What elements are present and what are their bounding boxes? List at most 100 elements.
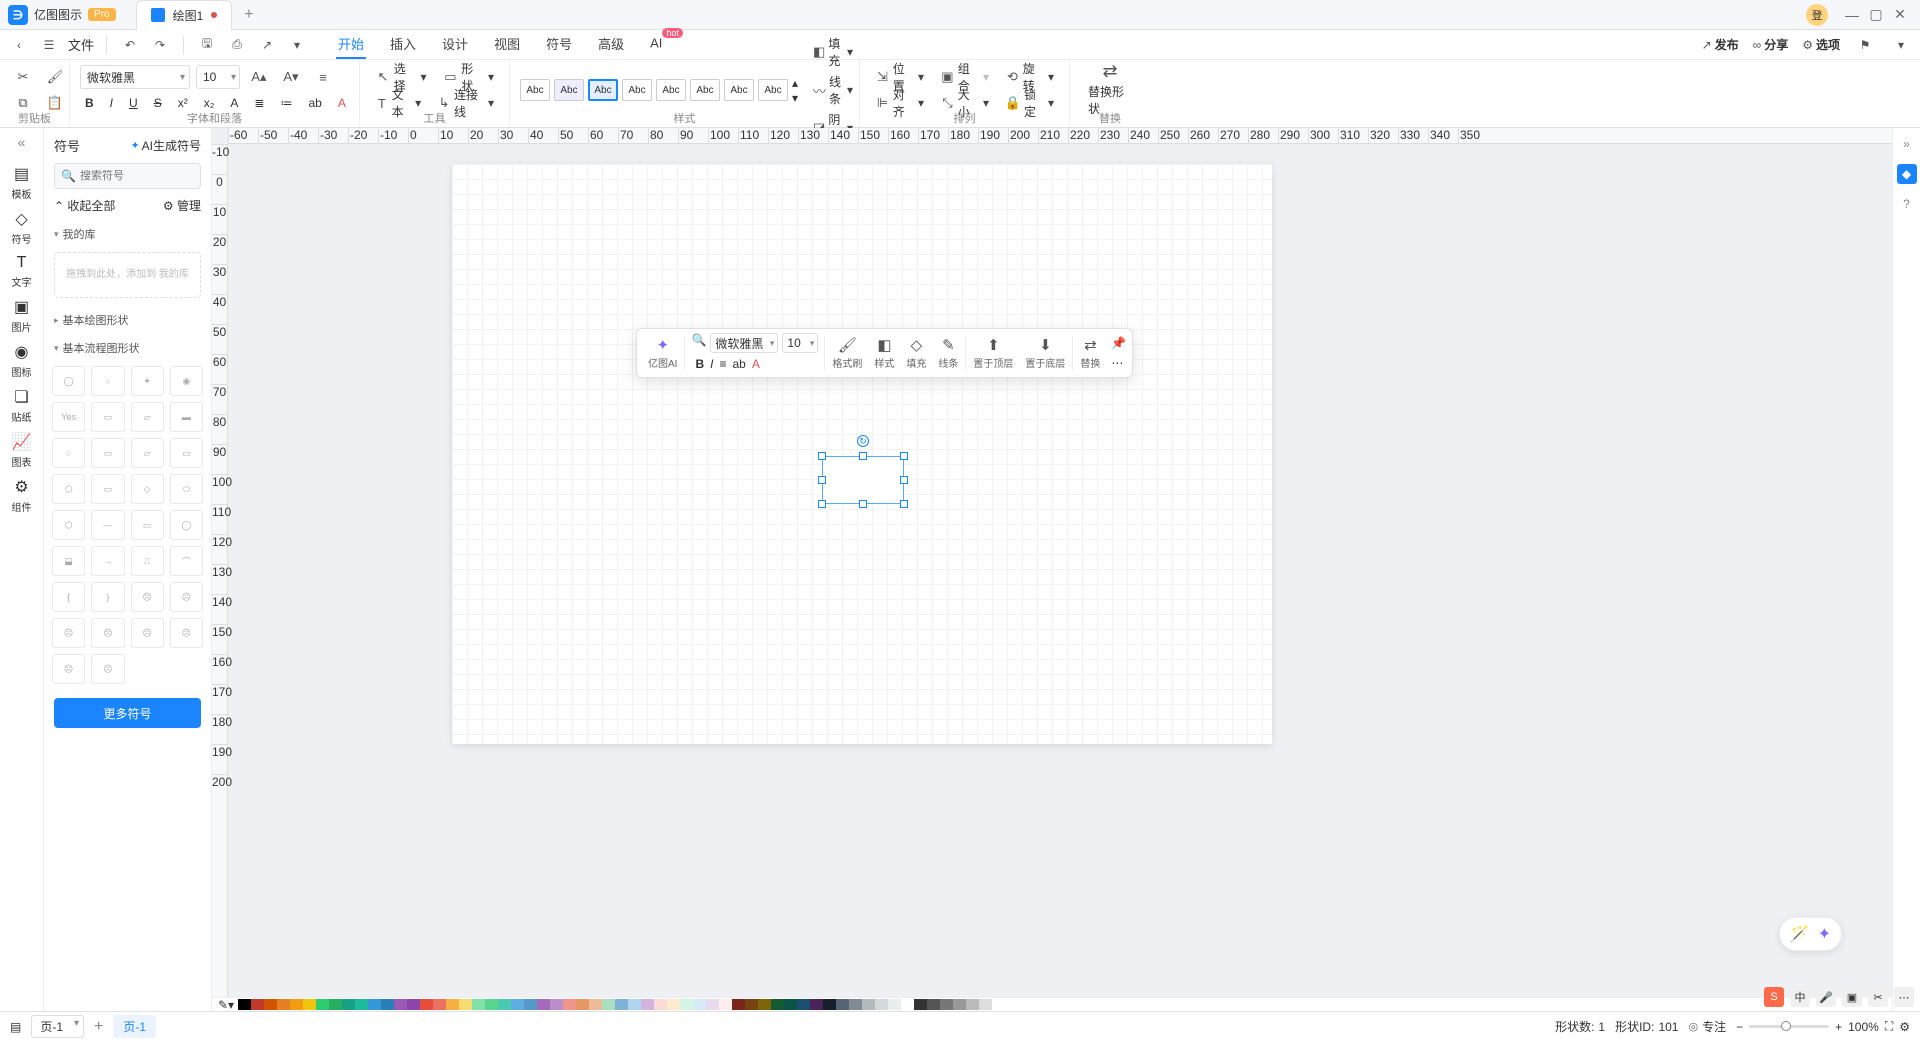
- color-swatch[interactable]: [342, 999, 355, 1010]
- color-swatch[interactable]: [485, 999, 498, 1010]
- focus-mode-button[interactable]: ◎ 专注: [1688, 1018, 1726, 1035]
- float-font-select[interactable]: 微软雅黑: [710, 333, 778, 353]
- shape-item-33[interactable]: ☹: [91, 654, 124, 684]
- float-bottom-button[interactable]: ⬇置于底层: [1020, 334, 1070, 372]
- menu-tab-开始[interactable]: 开始: [336, 30, 366, 59]
- color-swatch[interactable]: [810, 999, 823, 1010]
- color-swatch[interactable]: [862, 999, 875, 1010]
- float-more[interactable]: ⋯: [1111, 356, 1126, 370]
- float-ab[interactable]: ab: [732, 357, 745, 371]
- tray-ime-icon[interactable]: 中: [1790, 987, 1810, 1007]
- color-swatch[interactable]: [732, 999, 745, 1010]
- color-swatch[interactable]: [654, 999, 667, 1010]
- nav-back-button[interactable]: ‹: [8, 34, 30, 56]
- tray-more-icon[interactable]: ⋯: [1894, 987, 1914, 1007]
- color-swatch[interactable]: [758, 999, 771, 1010]
- leftbar-贴纸[interactable]: ❏贴纸: [4, 383, 40, 428]
- color-swatch[interactable]: [472, 999, 485, 1010]
- style-preset-5[interactable]: Abc: [690, 79, 720, 101]
- leftbar-文字[interactable]: T文字: [4, 250, 40, 293]
- shape-item-14[interactable]: ◇: [131, 474, 164, 504]
- file-menu[interactable]: 文件: [68, 35, 94, 54]
- shape-item-22[interactable]: ⎍: [131, 546, 164, 576]
- style-preset-0[interactable]: Abc: [520, 79, 550, 101]
- tray-screenshot-icon[interactable]: ▣: [1842, 987, 1862, 1007]
- tray-tools-icon[interactable]: ✂: [1868, 987, 1888, 1007]
- shape-item-16[interactable]: ⬡: [52, 510, 85, 540]
- ai-generate-button[interactable]: ✦ AI生成符号: [130, 137, 201, 154]
- color-swatch[interactable]: [628, 999, 641, 1010]
- page-tab[interactable]: 页-1: [113, 1015, 156, 1038]
- add-page-button[interactable]: +: [94, 1018, 103, 1036]
- float-bold[interactable]: B: [695, 357, 704, 371]
- style-preset-7[interactable]: Abc: [758, 79, 788, 101]
- library-dropzone[interactable]: 拖拽到此处，添加到 我的库: [54, 252, 201, 298]
- tray-mic-icon[interactable]: 🎤: [1816, 987, 1836, 1007]
- shape-item-20[interactable]: ⬓: [52, 546, 85, 576]
- float-fill-button[interactable]: ◇填充: [901, 334, 931, 372]
- collapse-all-button[interactable]: ⌃ 收起全部: [54, 197, 115, 214]
- shape-item-11[interactable]: ▭: [170, 438, 203, 468]
- color-swatch[interactable]: [238, 999, 251, 1010]
- pages-panel-icon[interactable]: ▤: [10, 1020, 21, 1034]
- color-swatch[interactable]: [823, 999, 836, 1010]
- float-size-select[interactable]: 10: [782, 333, 818, 353]
- maximize-button[interactable]: ▢: [1864, 6, 1888, 23]
- page-select[interactable]: 页-1: [31, 1015, 84, 1038]
- save-button[interactable]: 🖫: [196, 34, 218, 56]
- shape-item-19[interactable]: ◯: [170, 510, 203, 540]
- shape-item-28[interactable]: ☹: [52, 618, 85, 648]
- style-preset-1[interactable]: Abc: [554, 79, 584, 101]
- color-swatch[interactable]: [329, 999, 342, 1010]
- shape-item-29[interactable]: ☹: [91, 618, 124, 648]
- rotate-handle[interactable]: ↻: [857, 435, 869, 447]
- new-tab-button[interactable]: +: [244, 6, 253, 24]
- shape-item-25[interactable]: }: [91, 582, 124, 612]
- style-preset-4[interactable]: Abc: [656, 79, 686, 101]
- replace-shape-button[interactable]: ⇄替换形状: [1080, 64, 1140, 116]
- notifications-icon[interactable]: ⚑: [1854, 34, 1876, 56]
- color-swatch[interactable]: [251, 999, 264, 1010]
- color-swatch[interactable]: [355, 999, 368, 1010]
- shape-item-3[interactable]: ◉: [170, 366, 203, 396]
- leftbar-符号[interactable]: ◇符号: [4, 205, 40, 250]
- close-button[interactable]: ✕: [1888, 6, 1912, 23]
- collapse-rightbar[interactable]: »: [1897, 134, 1917, 154]
- document-tab[interactable]: 绘图1: [136, 0, 233, 30]
- color-swatch[interactable]: [420, 999, 433, 1010]
- shape-item-30[interactable]: ☹: [131, 618, 164, 648]
- flowchart-shapes-category[interactable]: 基本流程图形状: [44, 334, 211, 362]
- zoom-value[interactable]: 100%: [1848, 1020, 1879, 1034]
- line-button[interactable]: 〰线条▾: [808, 71, 858, 109]
- eyedropper-icon[interactable]: ✎▾: [218, 998, 234, 1012]
- align-button[interactable]: ≡: [310, 67, 336, 87]
- color-swatch[interactable]: [602, 999, 615, 1010]
- fill-button[interactable]: ◧填充▾: [808, 33, 858, 71]
- float-ai-button[interactable]: ✦亿图AI: [643, 334, 682, 372]
- float-pin[interactable]: 📌: [1111, 336, 1126, 350]
- cut-button[interactable]: ✂: [10, 67, 36, 87]
- manage-button[interactable]: ⚙ 管理: [163, 197, 201, 214]
- color-swatch[interactable]: [511, 999, 524, 1010]
- float-align[interactable]: ≡: [719, 357, 726, 371]
- color-swatch[interactable]: [719, 999, 732, 1010]
- shape-item-27[interactable]: ☹: [170, 582, 203, 612]
- color-swatch[interactable]: [446, 999, 459, 1010]
- minimize-button[interactable]: —: [1840, 7, 1864, 23]
- shape-item-12[interactable]: ⬠: [52, 474, 85, 504]
- color-swatch[interactable]: [303, 999, 316, 1010]
- settings-gear-icon[interactable]: ⚙: [1899, 1020, 1910, 1034]
- resize-handle-br[interactable]: [900, 500, 908, 508]
- shape-item-0[interactable]: ◯: [52, 366, 85, 396]
- color-swatch[interactable]: [589, 999, 602, 1010]
- color-swatch[interactable]: [979, 999, 992, 1010]
- my-library-category[interactable]: 我的库: [44, 220, 211, 248]
- color-swatch[interactable]: [940, 999, 953, 1010]
- color-swatch[interactable]: [615, 999, 628, 1010]
- shape-item-17[interactable]: —: [91, 510, 124, 540]
- shape-item-6[interactable]: ▱: [131, 402, 164, 432]
- menu-tab-AI[interactable]: AIhot: [648, 30, 685, 59]
- color-swatch[interactable]: [849, 999, 862, 1010]
- zoom-slider[interactable]: [1749, 1025, 1829, 1028]
- color-swatch[interactable]: [641, 999, 654, 1010]
